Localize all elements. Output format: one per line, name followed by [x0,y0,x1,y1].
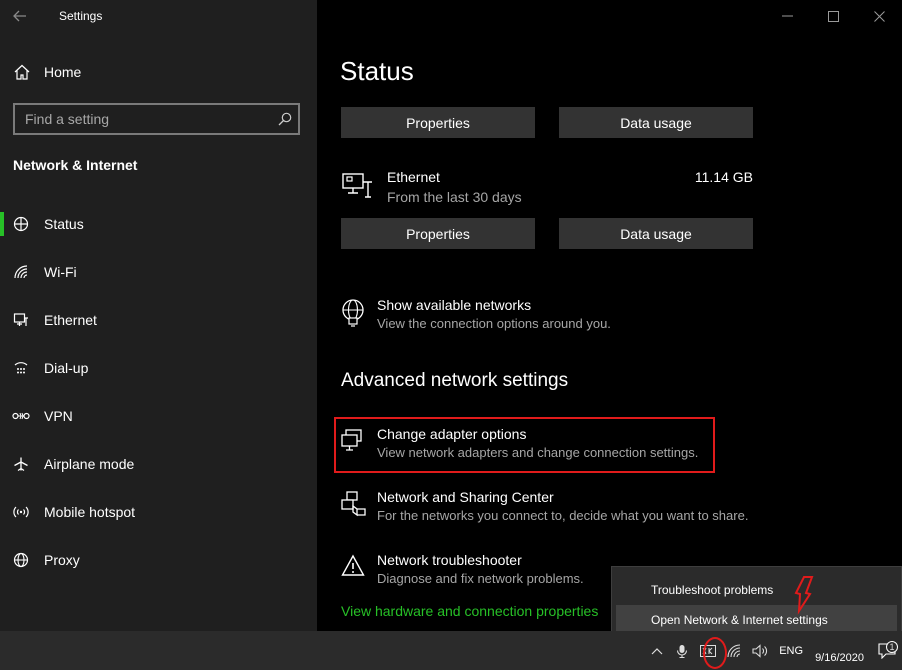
troubleshooter-desc: Diagnose and fix network problems. [377,571,584,586]
properties-button[interactable]: Properties [341,107,535,138]
show-networks-desc: View the connection options around you. [377,316,611,331]
search-input[interactable] [15,111,272,127]
troubleshooter-title: Network troubleshooter [377,552,522,568]
back-arrow-icon [13,10,26,22]
properties-button[interactable]: Properties [341,218,535,249]
maximize-button[interactable] [810,0,856,32]
microphone-tray-button[interactable] [669,644,695,658]
sharing-center-icon [341,491,367,522]
ethernet-icon [341,172,375,205]
sharing-title: Network and Sharing Center [377,489,554,505]
sidebar-item-label: Dial-up [44,360,89,376]
main-content: Status Properties Data usage Ethernet Fr… [317,0,902,631]
sidebar-item-ethernet[interactable]: Ethernet [0,296,317,344]
sidebar-item-vpn[interactable]: VPN [0,392,317,440]
network-adapter-icon [341,428,365,457]
action-center-button[interactable]: 1 [872,640,902,659]
change-adapter-options-link[interactable]: Change adapter options View network adap… [341,426,781,466]
wifi-icon [11,264,31,280]
ethernet-name: Ethernet [387,169,440,185]
menu-item-troubleshoot[interactable]: Troubleshoot problems [616,575,897,605]
home-icon [12,64,32,80]
taskbar: ENG 9/16/2020 1 [0,631,902,670]
airplane-icon [11,456,31,472]
adapter-desc: View network adapters and change connect… [377,445,699,460]
system-tray: ENG 9/16/2020 1 [645,631,902,670]
annotation-arrow-icon [794,576,814,615]
network-context-menu: Troubleshoot problems Open Network & Int… [611,566,902,640]
show-hidden-icons-button[interactable] [645,647,669,655]
sidebar-item-label: Ethernet [44,312,97,328]
status-icon [11,216,31,232]
volume-tray-button[interactable] [747,643,773,658]
close-button[interactable] [856,0,902,32]
page-title: Status [340,56,414,86]
globe-network-icon [341,299,365,332]
home-nav-item[interactable]: Home [0,58,317,86]
data-usage-button[interactable]: Data usage [559,107,753,138]
view-hardware-properties-link[interactable]: View hardware and connection properties [341,603,598,619]
maximize-icon [827,10,839,22]
minimize-icon [781,15,793,17]
sidebar-nav: Status Wi-Fi Ethernet Dial-up VPN Airpla… [0,200,317,584]
window-controls [764,0,902,32]
network-sharing-center-link[interactable]: Network and Sharing Center For the netwo… [341,489,781,529]
ethernet-usage-card: Ethernet From the last 30 days 11.14 GB [341,168,753,208]
sidebar-item-status[interactable]: Status [0,200,317,248]
sidebar-item-label: Wi-Fi [44,264,77,280]
sidebar-item-hotspot[interactable]: Mobile hotspot [0,488,317,536]
search-box[interactable] [13,103,300,135]
app-title: Settings [59,9,103,23]
ethernet-icon [11,312,31,328]
sidebar-item-label: Mobile hotspot [44,504,136,520]
title-bar: Settings [0,0,317,32]
vpn-icon [11,410,31,422]
minimize-button[interactable] [764,0,810,32]
home-label: Home [44,64,82,80]
back-button[interactable] [0,0,40,32]
language-indicator[interactable]: ENG [779,645,803,657]
sidebar-item-label: Airplane mode [44,456,135,472]
notification-count-badge: 1 [886,640,898,653]
advanced-settings-heading: Advanced network settings [341,370,569,391]
ethernet-period: From the last 30 days [387,189,522,205]
microphone-icon [677,644,688,658]
adapter-title: Change adapter options [377,426,527,442]
show-networks-title: Show available networks [377,297,532,313]
dialup-icon [11,360,31,376]
data-usage-button[interactable]: Data usage [559,218,753,249]
hotspot-icon [11,504,31,520]
volume-icon [752,643,768,658]
show-available-networks-link[interactable]: Show available networks View the connect… [341,297,781,337]
globe-icon [11,552,31,568]
clock[interactable]: 9/16/2020 [815,637,864,665]
sidebar-item-wifi[interactable]: Wi-Fi [0,248,317,296]
search-icon[interactable] [272,112,298,126]
chevron-up-icon [651,647,663,654]
ethernet-usage: 11.14 GB [694,169,753,185]
section-title: Network & Internet [13,157,138,173]
sidebar: Settings Home Network & Internet Status … [0,0,317,631]
sharing-desc: For the networks you connect to, decide … [377,508,749,523]
wifi-tray-icon [727,643,741,657]
sidebar-item-label: VPN [44,408,73,424]
highlight-annotation-circle [703,637,727,669]
sidebar-item-airplane[interactable]: Airplane mode [0,440,317,488]
close-icon [873,10,885,22]
sidebar-item-label: Status [44,216,84,232]
sidebar-item-dialup[interactable]: Dial-up [0,344,317,392]
sidebar-item-label: Proxy [44,552,80,568]
sidebar-item-proxy[interactable]: Proxy [0,536,317,584]
clock-date: 9/16/2020 [815,651,864,664]
warning-icon [341,554,365,583]
